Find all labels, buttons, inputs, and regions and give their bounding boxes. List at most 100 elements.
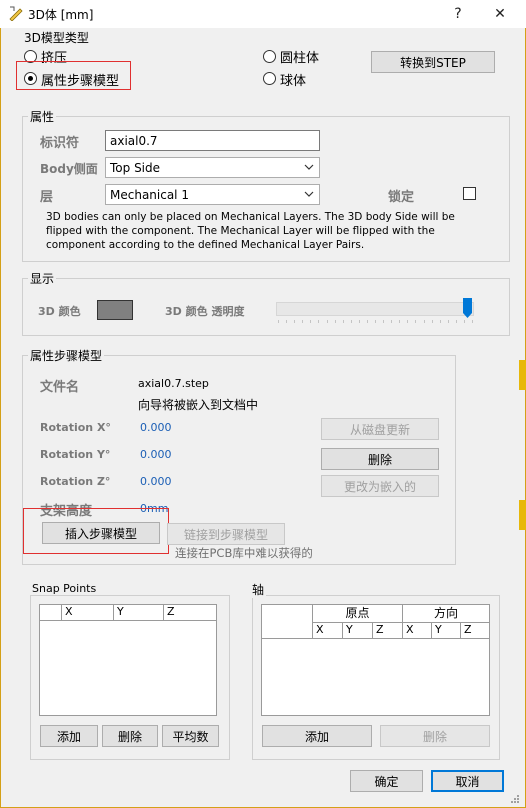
slider-tick [383,320,385,323]
slider-tick [350,320,352,323]
properties-group-title: 属性 [28,108,57,125]
table-header-cell: Y [343,623,373,639]
slider-tick [463,320,465,323]
table-header-cell: X [62,605,114,621]
slider-tick [278,320,279,323]
direction-header: 方向 [403,605,489,623]
info-line: component according to the defined Mecha… [46,239,365,251]
table-header-cell: Y [432,623,461,639]
slider-tick [407,320,409,323]
highlight-box [16,61,131,90]
table-header-cell: X [403,623,432,639]
help-button[interactable]: ? [436,0,480,28]
model-type-group-title: 3D模型类型 [22,29,91,46]
close-button[interactable]: ✕ [478,0,522,28]
table-header-cell [40,605,62,621]
slider-tick [366,320,368,323]
cancel-button[interactable]: 取消 [431,770,504,792]
table-header-cell: X [313,623,343,639]
slider-tick [334,320,336,323]
chevron-down-icon [304,191,314,197]
rotation-x-value[interactable]: 0.000 [140,421,172,434]
rotation-y-value[interactable]: 0.000 [140,448,172,461]
axis-delete-button[interactable]: 删除 [380,725,490,747]
slider-tick [472,320,473,323]
slider-tick [375,320,376,323]
background-window-edge [519,360,526,390]
table-header-cell: Z [373,623,403,639]
opacity-label: 3D 颜色 透明度 [165,305,245,318]
slider-tick [342,320,344,323]
chevron-down-icon [304,164,314,170]
update-from-disk-button[interactable]: 从磁盘更新 [321,418,439,440]
opacity-slider-track[interactable] [276,302,474,316]
body-side-value: Top Side [110,161,161,175]
filename-label: 文件名 [40,380,80,395]
display-group-title: 显示 [28,270,57,287]
slider-tick [439,320,441,323]
snap-delete-button[interactable]: 删除 [102,725,158,747]
slider-tick [391,320,393,323]
axis-table[interactable]: 原点 方向 X Y Z X Y Z [261,604,490,716]
rotation-x-label: Rotation X° [40,421,111,434]
title-bar: 3D体 [mm] ? ✕ [0,0,526,28]
rotation-y-label: Rotation Y° [40,448,111,461]
slider-tick [423,320,425,323]
table-header-cell: Y [114,605,164,621]
cylinder-radio[interactable] [263,50,276,63]
slider-tick [294,320,296,323]
body-side-select[interactable]: Top Side [105,157,320,178]
cylinder-label: 圆柱体 [280,51,320,66]
slider-tick [358,320,360,323]
rotation-z-label: Rotation Z° [40,475,111,488]
opacity-slider-thumb[interactable] [463,298,472,318]
step-model-group-title: 属性步骤模型 [28,347,105,364]
filename-value: axial0.7.step [138,377,209,390]
rotation-z-value[interactable]: 0.000 [140,475,172,488]
lock-label: 锁定 [388,190,415,205]
table-header-cell: Z [461,623,489,639]
sphere-label: 球体 [280,74,307,89]
snap-add-button[interactable]: 添加 [40,725,98,747]
sphere-radio[interactable] [263,72,276,85]
slider-tick [310,320,312,323]
origin-header: 原点 [313,605,403,623]
background-window-edge [519,500,526,530]
slider-tick [286,320,288,323]
slider-tick [431,320,433,323]
layer-label: 层 [40,190,54,205]
table-header-cell [262,605,313,639]
snap-points-group-title: Snap Points [30,582,99,595]
delete-step-button[interactable]: 删除 [321,448,439,470]
color-label: 3D 颜色 [38,305,81,318]
change-to-embedded-button[interactable]: 更改为嵌入的 [321,475,439,497]
ok-button[interactable]: 确定 [350,770,423,792]
ruler-pencil-icon [9,6,23,21]
info-text: 3D bodies can only be placed on Mechanic… [46,210,496,252]
convert-to-step-button[interactable]: 转换到STEP [371,51,495,73]
slider-tick [415,320,417,323]
table-header-cell: Z [164,605,216,621]
info-line: 3D bodies can only be placed on Mechanic… [46,211,455,223]
snap-average-button[interactable]: 平均数 [162,725,219,747]
slider-tick [447,320,449,323]
axis-add-button[interactable]: 添加 [262,725,372,747]
info-line: flipped with the component. The Mechanic… [46,225,435,237]
slider-ticks [278,320,473,324]
lock-checkbox[interactable] [463,187,476,200]
slider-tick [399,320,401,323]
embed-note: 向导将被嵌入到文档中 [138,398,259,412]
identifier-label: 标识符 [40,136,80,151]
slider-tick [326,320,328,323]
slider-tick [302,320,304,323]
body-side-label: Body侧面 [40,162,98,176]
color-swatch[interactable] [97,300,133,320]
snap-points-table[interactable]: X Y Z [39,604,217,716]
link-step-button[interactable]: 链接到步骤模型 [167,523,285,545]
window-title: 3D体 [mm] [28,8,94,22]
layer-select[interactable]: Mechanical 1 [105,184,320,205]
axis-group-title: 轴 [250,581,267,598]
identifier-input[interactable]: axial0.7 [105,130,320,151]
link-note: 连接在PCB库中难以获得的 [175,546,313,560]
resize-grip-icon[interactable] [508,792,520,804]
